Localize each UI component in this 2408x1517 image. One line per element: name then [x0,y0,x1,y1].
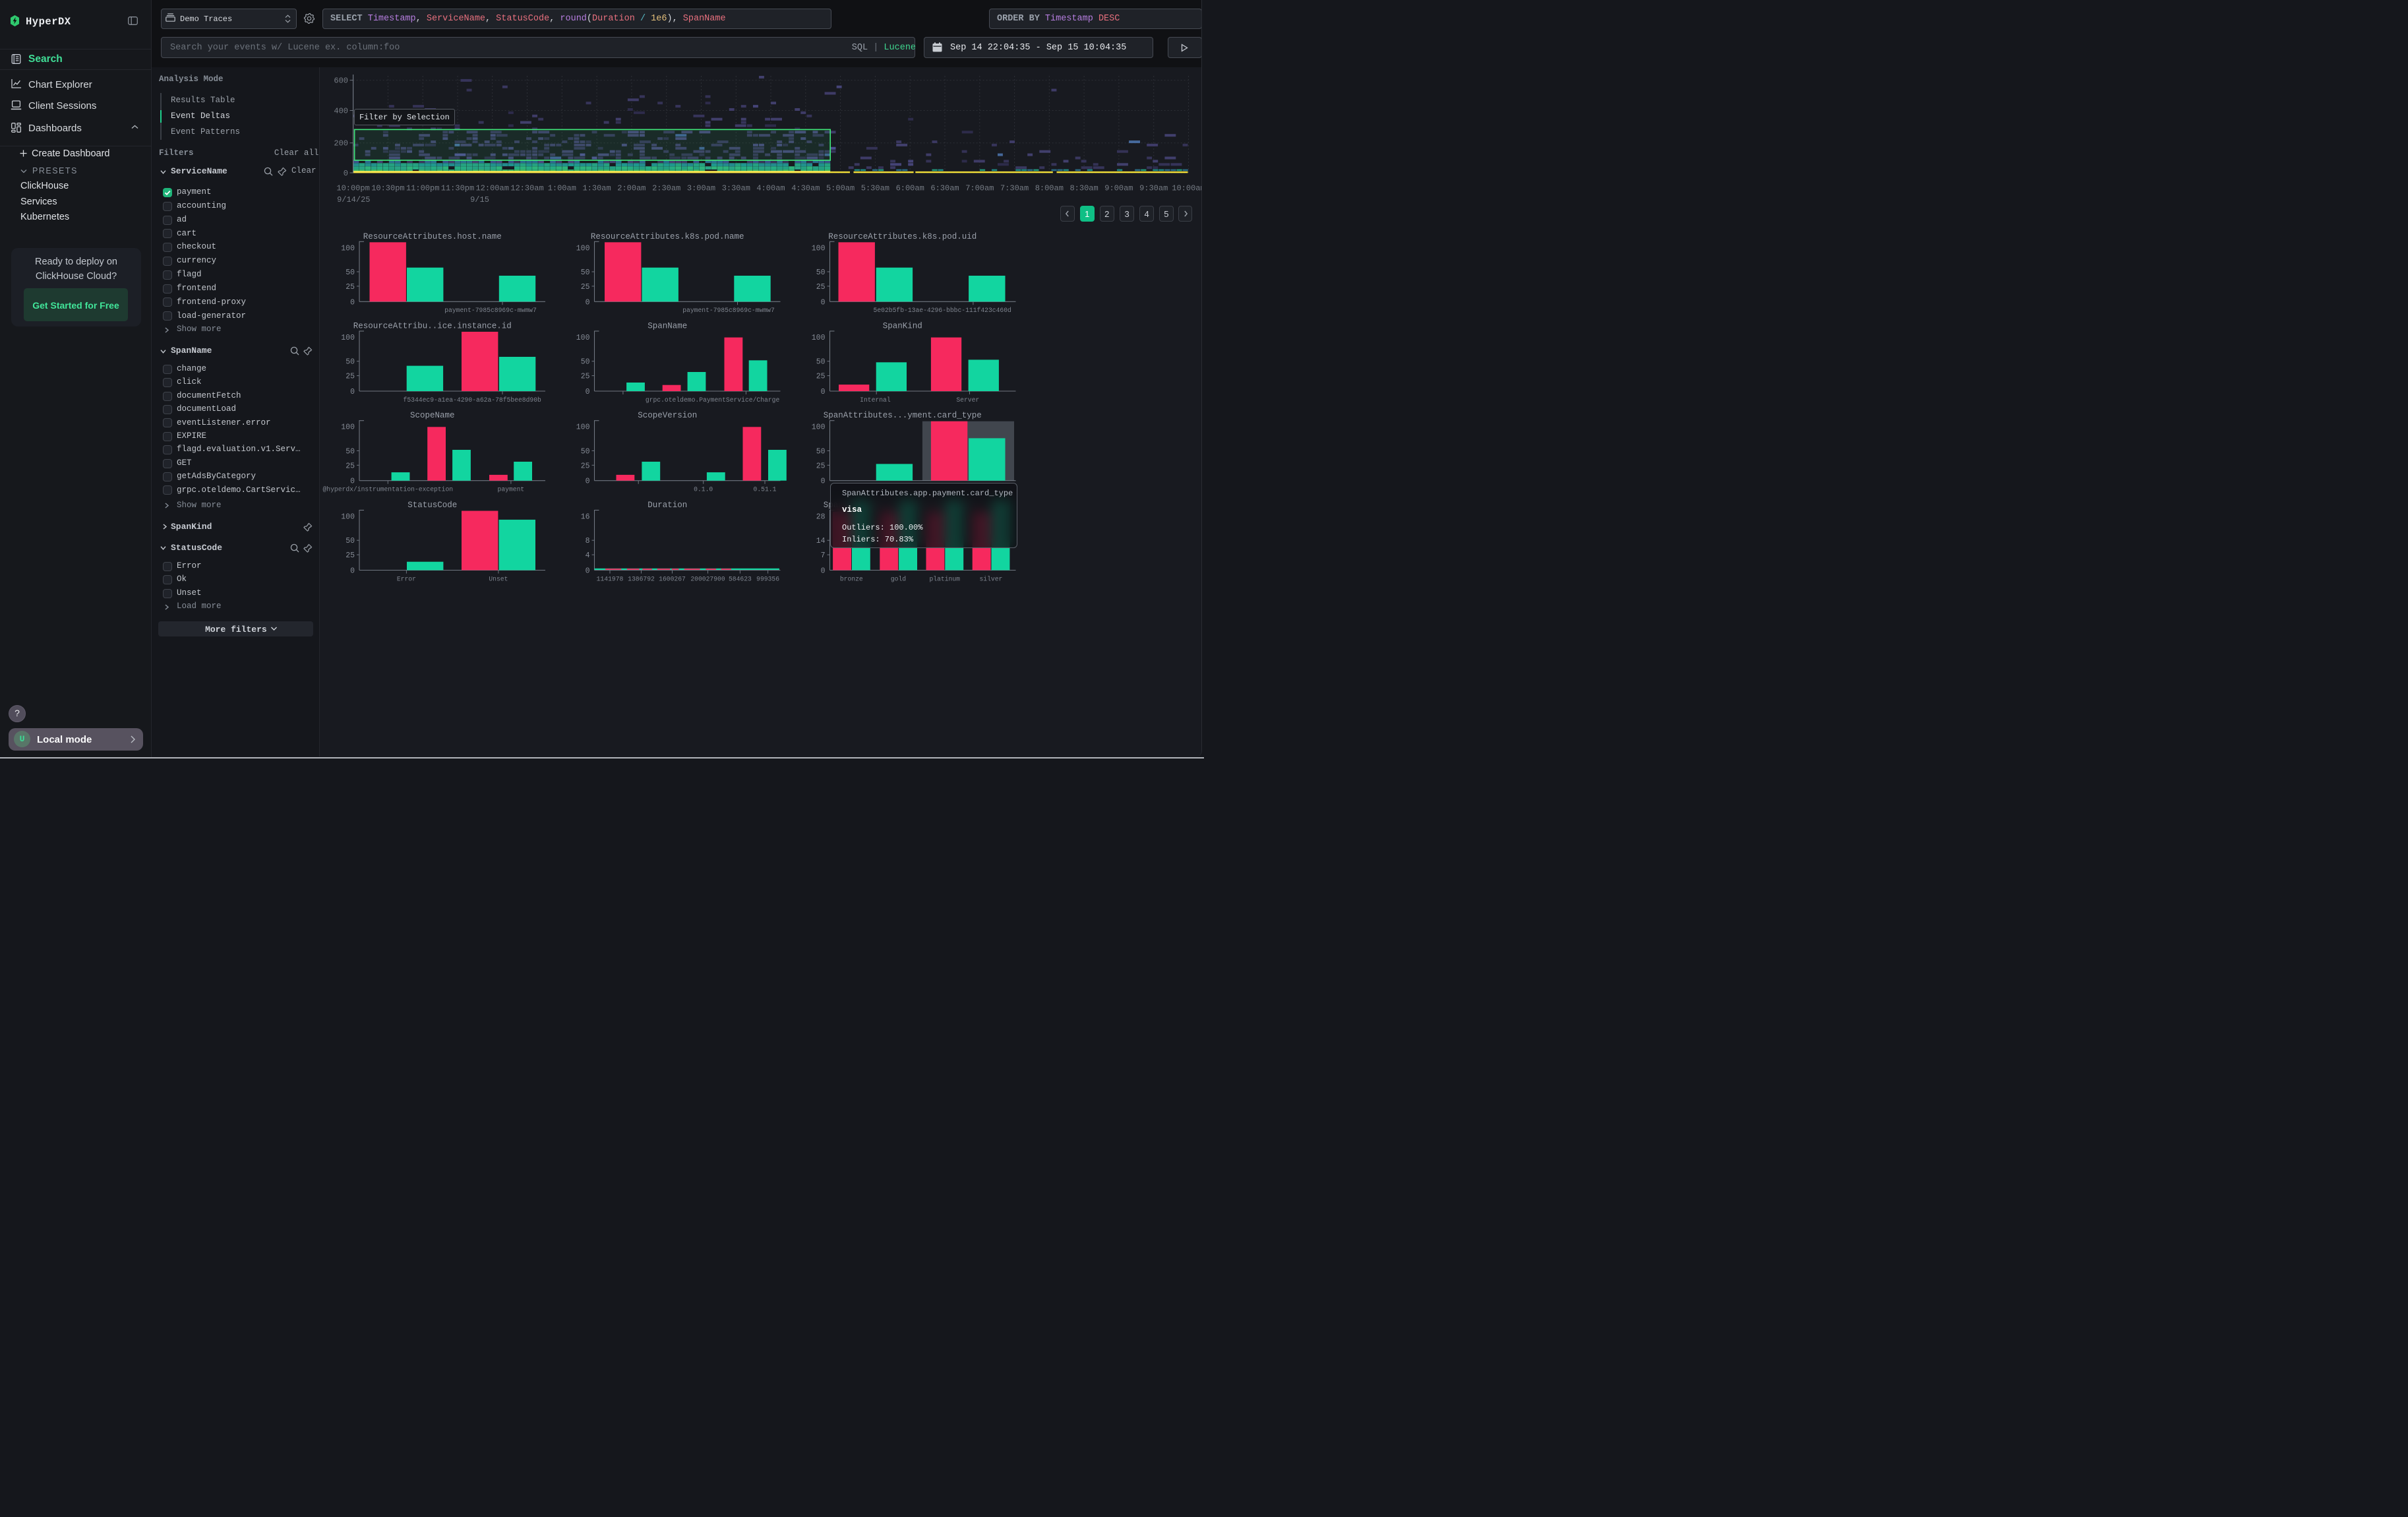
svg-text:50: 50 [346,447,355,456]
svg-text:0: 0 [350,478,355,486]
svg-text:SpanAttributes...yment.card_ty: SpanAttributes...yment.card_type [824,411,982,420]
svg-text:Server: Server [956,396,979,404]
svg-text:100: 100 [812,244,826,253]
svg-text:50: 50 [581,358,590,367]
svg-text:ResourceAttributes.k8s.pod.nam: ResourceAttributes.k8s.pod.name [591,232,744,241]
svg-text:25: 25 [581,373,590,381]
svg-text:7: 7 [821,551,826,560]
svg-text:ResourceAttributes.host.name: ResourceAttributes.host.name [363,232,502,241]
svg-text:0: 0 [586,478,590,486]
svg-text:ScopeVersion: ScopeVersion [638,411,697,420]
svg-text:50: 50 [581,447,590,456]
svg-text:SpanKind: SpanKind [883,322,922,331]
svg-text:25: 25 [346,551,355,560]
svg-text:25: 25 [581,283,590,292]
svg-text:0: 0 [586,298,590,307]
svg-text:1141978: 1141978 [597,575,624,582]
svg-text:25: 25 [816,283,826,292]
svg-text:100: 100 [576,244,590,253]
svg-text:50: 50 [346,268,355,277]
svg-text:Error: Error [397,575,416,582]
svg-text:100: 100 [341,334,355,342]
svg-text:payment-7985c8969c-mwmw7: payment-7985c8969c-mwmw7 [444,307,537,314]
svg-text:8: 8 [586,537,590,545]
svg-text:grpc.oteldemo.PaymentService/C: grpc.oteldemo.PaymentService/Charge [646,396,780,404]
svg-text:0: 0 [821,388,826,396]
svg-text:0: 0 [586,567,590,576]
svg-text:0.1.0: 0.1.0 [694,486,713,493]
svg-text:0.51.1: 0.51.1 [754,486,777,493]
svg-text:silver: silver [979,575,1002,582]
svg-text:25: 25 [346,373,355,381]
svg-text:100: 100 [812,423,826,432]
svg-text:0: 0 [821,567,826,576]
svg-text:Duration: Duration [647,501,687,510]
svg-text:14: 14 [816,537,826,545]
svg-text:0: 0 [350,388,355,396]
svg-text:100: 100 [341,244,355,253]
svg-text:0: 0 [821,478,826,486]
svg-text:payment-7985c8969c-mwmw7: payment-7985c8969c-mwmw7 [682,307,775,314]
svg-text:50: 50 [346,358,355,367]
svg-text:100: 100 [812,334,826,342]
svg-text:5e02b5fb-13ae-4296-bbbc-111f42: 5e02b5fb-13ae-4296-bbbc-111f423c460d [874,307,1011,314]
svg-text:16: 16 [581,513,590,522]
svg-text:50: 50 [581,268,590,277]
svg-text:25: 25 [816,462,826,470]
svg-text:28: 28 [816,513,826,522]
svg-text:ResourceAttribu..ice.instance.: ResourceAttribu..ice.instance.id [353,322,512,331]
svg-text:StatusCode: StatusCode [407,501,457,510]
svg-text:50: 50 [346,537,355,545]
svg-text:50: 50 [816,268,826,277]
svg-text:1386792: 1386792 [628,575,655,582]
svg-text:0: 0 [821,298,826,307]
svg-text:ScopeName: ScopeName [410,411,455,420]
svg-text:584623: 584623 [729,575,752,582]
svg-text:50: 50 [816,447,826,456]
svg-text:Internal: Internal [860,396,891,404]
svg-text:999356: 999356 [756,575,779,582]
svg-text:4: 4 [586,551,590,560]
svg-text:SpanName: SpanName [647,322,687,331]
svg-text:0: 0 [350,298,355,307]
svg-text:f5344ec9-a1ea-4290-a62a-78f5be: f5344ec9-a1ea-4290-a62a-78f5bee8d90b [404,396,541,404]
svg-text:100: 100 [341,423,355,432]
svg-text:platinum: platinum [929,575,960,582]
svg-text:ResourceAttributes.k8s.pod.uid: ResourceAttributes.k8s.pod.uid [828,232,977,241]
svg-text:Unset: Unset [489,575,508,582]
svg-text:@hyperdx/instrumentation-excep: @hyperdx/instrumentation-exception [322,486,453,493]
svg-text:25: 25 [816,373,826,381]
svg-text:25: 25 [346,462,355,470]
svg-text:100: 100 [576,334,590,342]
svg-text:100: 100 [576,423,590,432]
svg-text:bronze: bronze [840,575,863,582]
svg-text:50: 50 [816,358,826,367]
svg-text:25: 25 [346,283,355,292]
svg-text:payment: payment [498,486,525,493]
svg-text:100: 100 [341,513,355,522]
svg-text:25: 25 [581,462,590,470]
svg-text:1600267: 1600267 [659,575,686,582]
svg-text:0: 0 [586,388,590,396]
svg-text:gold: gold [891,575,906,582]
svg-text:200027900: 200027900 [690,575,725,582]
svg-text:0: 0 [350,567,355,576]
